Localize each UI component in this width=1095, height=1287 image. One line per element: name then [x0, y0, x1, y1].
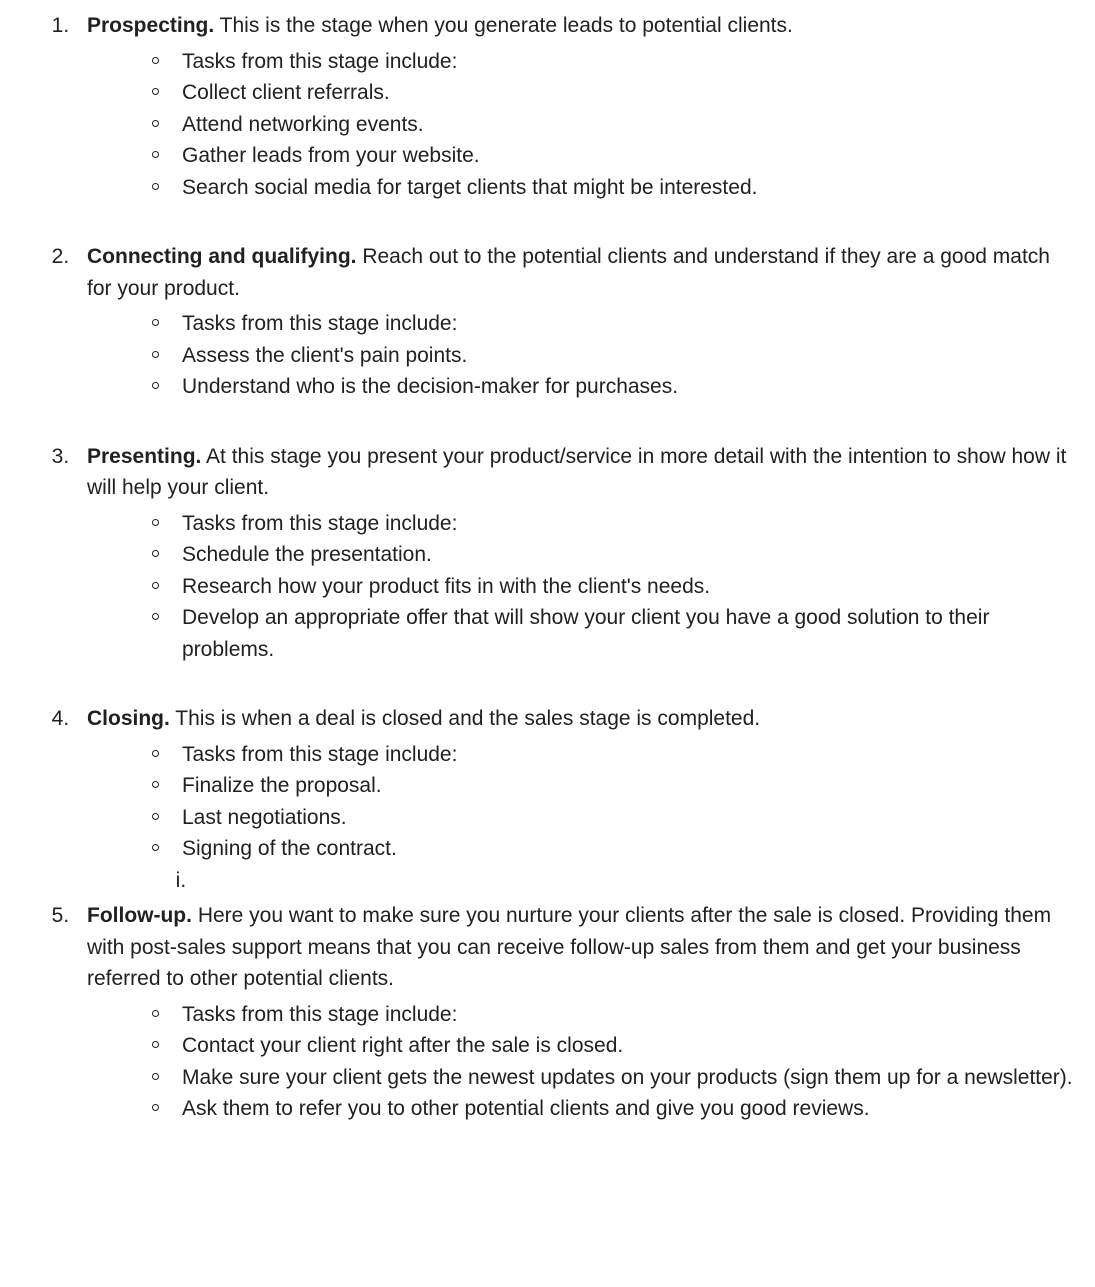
task-list: Tasks from this stage include: Schedule t…	[87, 508, 1075, 666]
task-item: Research how your product fits in with t…	[157, 571, 1075, 603]
task-text: Last negotiations.	[182, 806, 347, 829]
task-item: Understand who is the decision-maker for…	[157, 371, 1075, 403]
task-item: Contact your client right after the sale…	[157, 1030, 1075, 1062]
task-list: Tasks from this stage include: Contact yo…	[87, 999, 1075, 1125]
task-text: Tasks from this stage include:	[182, 512, 457, 535]
task-item: Tasks from this stage include:	[157, 508, 1075, 540]
task-list: Tasks from this stage include: Assess the…	[87, 308, 1075, 403]
task-item: Tasks from this stage include:	[157, 46, 1075, 78]
roman-item	[192, 865, 1075, 897]
task-text: Tasks from this stage include:	[182, 50, 457, 73]
stage-description: Here you want to make sure you nurture y…	[87, 904, 1051, 990]
task-item: Gather leads from your website.	[157, 140, 1075, 172]
stage-title: Closing.	[87, 707, 170, 730]
stage-item: Connecting and qualifying. Reach out to …	[75, 241, 1075, 403]
stage-item: Presenting. At this stage you present yo…	[75, 441, 1075, 666]
task-item: Signing of the contract.	[157, 833, 1075, 865]
task-item: Tasks from this stage include:	[157, 739, 1075, 771]
task-item: Tasks from this stage include:	[157, 999, 1075, 1031]
task-text: Collect client referrals.	[182, 81, 390, 104]
roman-sublist	[87, 865, 1075, 897]
task-item: Tasks from this stage include:	[157, 308, 1075, 340]
task-item: Ask them to refer you to other potential…	[157, 1093, 1075, 1125]
task-text: Develop an appropriate offer that will s…	[182, 606, 989, 661]
task-text: Search social media for target clients t…	[182, 176, 757, 199]
task-text: Ask them to refer you to other potential…	[182, 1097, 870, 1120]
task-text: Attend networking events.	[182, 113, 424, 136]
stage-item: Prospecting. This is the stage when you …	[75, 10, 1075, 203]
task-text: Tasks from this stage include:	[182, 1003, 457, 1026]
task-text: Finalize the proposal.	[182, 774, 382, 797]
stage-description: This is the stage when you generate lead…	[214, 14, 793, 37]
task-item: Attend networking events.	[157, 109, 1075, 141]
task-text: Understand who is the decision-maker for…	[182, 375, 678, 398]
task-text: Tasks from this stage include:	[182, 743, 457, 766]
task-text: Assess the client's pain points.	[182, 344, 467, 367]
task-item: Collect client referrals.	[157, 77, 1075, 109]
stage-description: This is when a deal is closed and the sa…	[170, 707, 760, 730]
stage-title: Connecting and qualifying.	[87, 245, 357, 268]
task-text: Gather leads from your website.	[182, 144, 480, 167]
stages-list: Prospecting. This is the stage when you …	[20, 10, 1075, 1125]
task-text: Schedule the presentation.	[182, 543, 432, 566]
task-text: Make sure your client gets the newest up…	[182, 1066, 1073, 1089]
task-text: Signing of the contract.	[182, 837, 397, 860]
task-item: Finalize the proposal.	[157, 770, 1075, 802]
stage-title: Follow-up.	[87, 904, 192, 927]
task-item: Make sure your client gets the newest up…	[157, 1062, 1075, 1094]
task-item: Search social media for target clients t…	[157, 172, 1075, 204]
stage-description: At this stage you present your product/s…	[87, 445, 1066, 500]
stage-item: Closing. This is when a deal is closed a…	[75, 703, 1075, 896]
task-item: Assess the client's pain points.	[157, 340, 1075, 372]
task-item: Develop an appropriate offer that will s…	[157, 602, 1075, 665]
stage-title: Prospecting.	[87, 14, 214, 37]
task-list: Tasks from this stage include: Collect cl…	[87, 46, 1075, 204]
task-item: Last negotiations.	[157, 802, 1075, 834]
task-item: Schedule the presentation.	[157, 539, 1075, 571]
task-text: Contact your client right after the sale…	[182, 1034, 623, 1057]
task-list: Tasks from this stage include: Finalize t…	[87, 739, 1075, 865]
task-text: Research how your product fits in with t…	[182, 575, 710, 598]
stage-title: Presenting.	[87, 445, 201, 468]
task-text: Tasks from this stage include:	[182, 312, 457, 335]
stage-item: Follow-up. Here you want to make sure yo…	[75, 900, 1075, 1125]
